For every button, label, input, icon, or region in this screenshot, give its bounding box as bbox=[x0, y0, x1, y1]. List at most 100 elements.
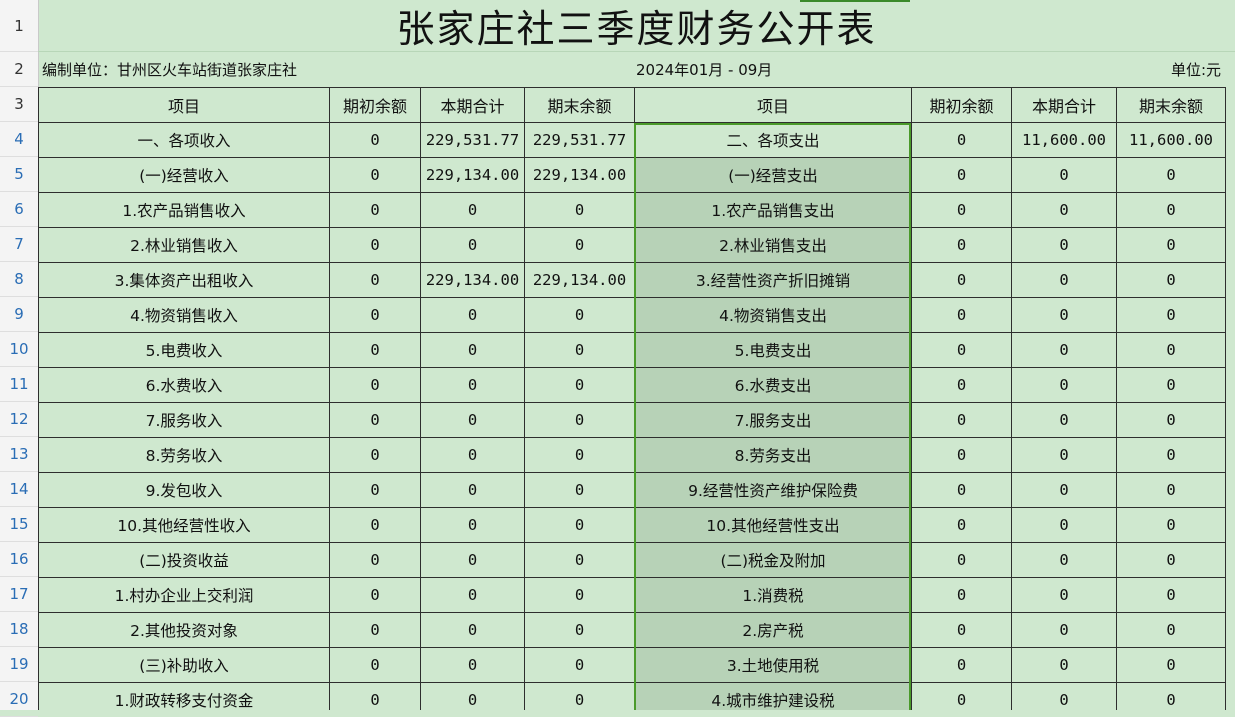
amount-cell[interactable]: 0 bbox=[420, 192, 525, 228]
amount-cell[interactable]: 0 bbox=[420, 367, 525, 403]
item-cell[interactable]: 3.土地使用税 bbox=[634, 647, 912, 683]
amount-cell[interactable]: 0 bbox=[1011, 507, 1117, 543]
item-cell[interactable]: (二)税金及附加 bbox=[634, 542, 912, 578]
item-cell[interactable]: (一)经营支出 bbox=[634, 157, 912, 193]
item-cell[interactable]: 10.其他经营性支出 bbox=[634, 507, 912, 543]
row-number[interactable]: 9 bbox=[0, 297, 38, 332]
item-cell[interactable]: 2.林业销售支出 bbox=[634, 227, 912, 263]
amount-cell[interactable]: 0 bbox=[1116, 402, 1226, 438]
amount-cell[interactable]: 0 bbox=[1011, 262, 1117, 298]
item-cell[interactable]: (一)经营收入 bbox=[38, 157, 330, 193]
amount-cell[interactable]: 0 bbox=[1011, 367, 1117, 403]
item-cell[interactable]: 8.劳务支出 bbox=[634, 437, 912, 473]
sheet-title[interactable]: 张家庄社三季度财务公开表 bbox=[38, 0, 1235, 52]
row-number[interactable]: 3 bbox=[0, 87, 38, 122]
amount-cell[interactable]: 0 bbox=[524, 297, 635, 333]
amount-cell[interactable]: 0 bbox=[1011, 647, 1117, 683]
row-number[interactable]: 4 bbox=[0, 122, 38, 157]
amount-cell[interactable]: 0 bbox=[329, 647, 421, 683]
amount-cell[interactable]: 0 bbox=[1116, 612, 1226, 648]
amount-cell[interactable]: 0 bbox=[524, 647, 635, 683]
amount-cell[interactable]: 0 bbox=[1011, 437, 1117, 473]
item-cell[interactable]: 1.消费税 bbox=[634, 577, 912, 613]
row-number[interactable]: 7 bbox=[0, 227, 38, 262]
amount-cell[interactable]: 0 bbox=[420, 402, 525, 438]
amount-cell[interactable]: 0 bbox=[329, 262, 421, 298]
amount-cell[interactable]: 0 bbox=[420, 542, 525, 578]
amount-cell[interactable]: 229,531.77 bbox=[524, 122, 635, 158]
row-number[interactable]: 20 bbox=[0, 682, 38, 717]
amount-cell[interactable]: 0 bbox=[1116, 227, 1226, 263]
amount-cell[interactable]: 0 bbox=[1011, 157, 1117, 193]
amount-cell[interactable]: 0 bbox=[420, 227, 525, 263]
amount-cell[interactable]: 0 bbox=[420, 472, 525, 508]
amount-cell[interactable]: 0 bbox=[1011, 612, 1117, 648]
row-number[interactable]: 1 bbox=[0, 0, 38, 52]
row-number[interactable]: 19 bbox=[0, 647, 38, 682]
column-header[interactable]: 项目 bbox=[38, 87, 330, 123]
amount-cell[interactable]: 0 bbox=[1116, 577, 1226, 613]
amount-cell[interactable]: 0 bbox=[329, 612, 421, 648]
amount-cell[interactable]: 0 bbox=[420, 332, 525, 368]
item-cell[interactable]: 5.电费支出 bbox=[634, 332, 912, 368]
amount-cell[interactable]: 0 bbox=[911, 472, 1012, 508]
column-header[interactable]: 本期合计 bbox=[420, 87, 525, 123]
column-header[interactable]: 期初余额 bbox=[911, 87, 1012, 123]
amount-cell[interactable]: 0 bbox=[1116, 297, 1226, 333]
amount-cell[interactable]: 0 bbox=[1011, 577, 1117, 613]
item-cell[interactable]: 7.服务收入 bbox=[38, 402, 330, 438]
column-header[interactable]: 本期合计 bbox=[1011, 87, 1117, 123]
amount-cell[interactable]: 0 bbox=[1011, 332, 1117, 368]
row-number[interactable]: 17 bbox=[0, 577, 38, 612]
amount-cell[interactable]: 0 bbox=[329, 332, 421, 368]
amount-cell[interactable]: 0 bbox=[420, 437, 525, 473]
amount-cell[interactable]: 0 bbox=[911, 402, 1012, 438]
amount-cell[interactable]: 0 bbox=[329, 472, 421, 508]
item-cell[interactable]: 1.农产品销售收入 bbox=[38, 192, 330, 228]
amount-cell[interactable]: 0 bbox=[1116, 507, 1226, 543]
item-cell[interactable]: 3.集体资产出租收入 bbox=[38, 262, 330, 298]
amount-cell[interactable]: 0 bbox=[1116, 367, 1226, 403]
amount-cell[interactable]: 0 bbox=[1116, 262, 1226, 298]
amount-cell[interactable]: 0 bbox=[420, 577, 525, 613]
item-cell[interactable]: 3.经营性资产折旧摊销 bbox=[634, 262, 912, 298]
item-cell[interactable]: 1.村办企业上交利润 bbox=[38, 577, 330, 613]
amount-cell[interactable]: 0 bbox=[420, 612, 525, 648]
amount-cell[interactable]: 0 bbox=[329, 577, 421, 613]
amount-cell[interactable]: 0 bbox=[1011, 542, 1117, 578]
item-cell[interactable]: 4.物资销售收入 bbox=[38, 297, 330, 333]
item-cell[interactable]: 9.发包收入 bbox=[38, 472, 330, 508]
amount-cell[interactable]: 0 bbox=[524, 437, 635, 473]
amount-cell[interactable]: 229,134.00 bbox=[420, 262, 525, 298]
amount-cell[interactable]: 229,134.00 bbox=[524, 157, 635, 193]
amount-cell[interactable]: 0 bbox=[329, 297, 421, 333]
amount-cell[interactable]: 229,531.77 bbox=[420, 122, 525, 158]
amount-cell[interactable]: 0 bbox=[524, 367, 635, 403]
item-cell[interactable]: 10.其他经营性收入 bbox=[38, 507, 330, 543]
row-number[interactable]: 15 bbox=[0, 507, 38, 542]
row-number[interactable]: 11 bbox=[0, 367, 38, 402]
currency-unit-label[interactable]: 单位:元 bbox=[1171, 52, 1221, 87]
column-header[interactable]: 期初余额 bbox=[329, 87, 421, 123]
amount-cell[interactable]: 0 bbox=[329, 542, 421, 578]
row-number[interactable]: 12 bbox=[0, 402, 38, 437]
amount-cell[interactable]: 0 bbox=[911, 542, 1012, 578]
amount-cell[interactable]: 0 bbox=[420, 682, 525, 710]
amount-cell[interactable]: 0 bbox=[1116, 542, 1226, 578]
amount-cell[interactable]: 0 bbox=[1011, 297, 1117, 333]
amount-cell[interactable]: 0 bbox=[329, 437, 421, 473]
item-cell[interactable]: 9.经营性资产维护保险费 bbox=[634, 472, 912, 508]
item-cell[interactable]: 1.农产品销售支出 bbox=[634, 192, 912, 228]
amount-cell[interactable]: 0 bbox=[1116, 472, 1226, 508]
compiling-unit-label[interactable]: 编制单位：甘州区火车站街道张家庄社 bbox=[42, 52, 297, 87]
amount-cell[interactable]: 0 bbox=[524, 577, 635, 613]
amount-cell[interactable]: 0 bbox=[329, 192, 421, 228]
amount-cell[interactable]: 11,600.00 bbox=[1011, 122, 1117, 158]
amount-cell[interactable]: 0 bbox=[329, 507, 421, 543]
amount-cell[interactable]: 229,134.00 bbox=[420, 157, 525, 193]
column-header[interactable]: 项目 bbox=[634, 87, 912, 123]
amount-cell[interactable]: 0 bbox=[524, 682, 635, 710]
item-cell[interactable]: 6.水费支出 bbox=[634, 367, 912, 403]
amount-cell[interactable]: 0 bbox=[420, 647, 525, 683]
amount-cell[interactable]: 0 bbox=[329, 157, 421, 193]
